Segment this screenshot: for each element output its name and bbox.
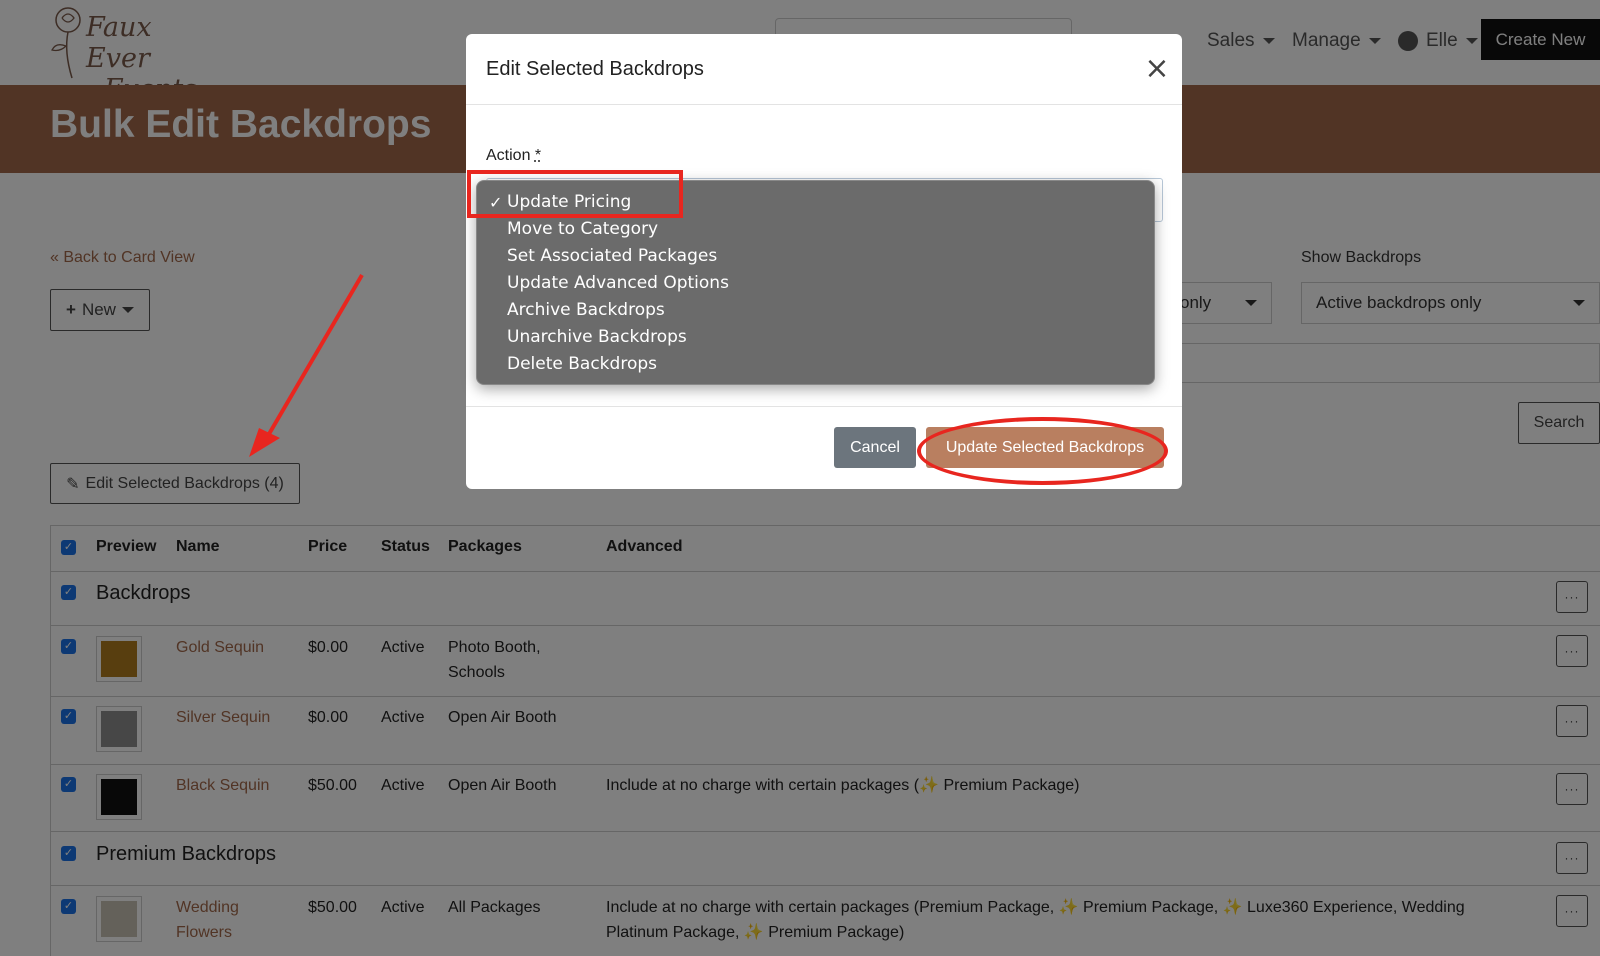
red-arrow-annotation <box>249 273 364 457</box>
